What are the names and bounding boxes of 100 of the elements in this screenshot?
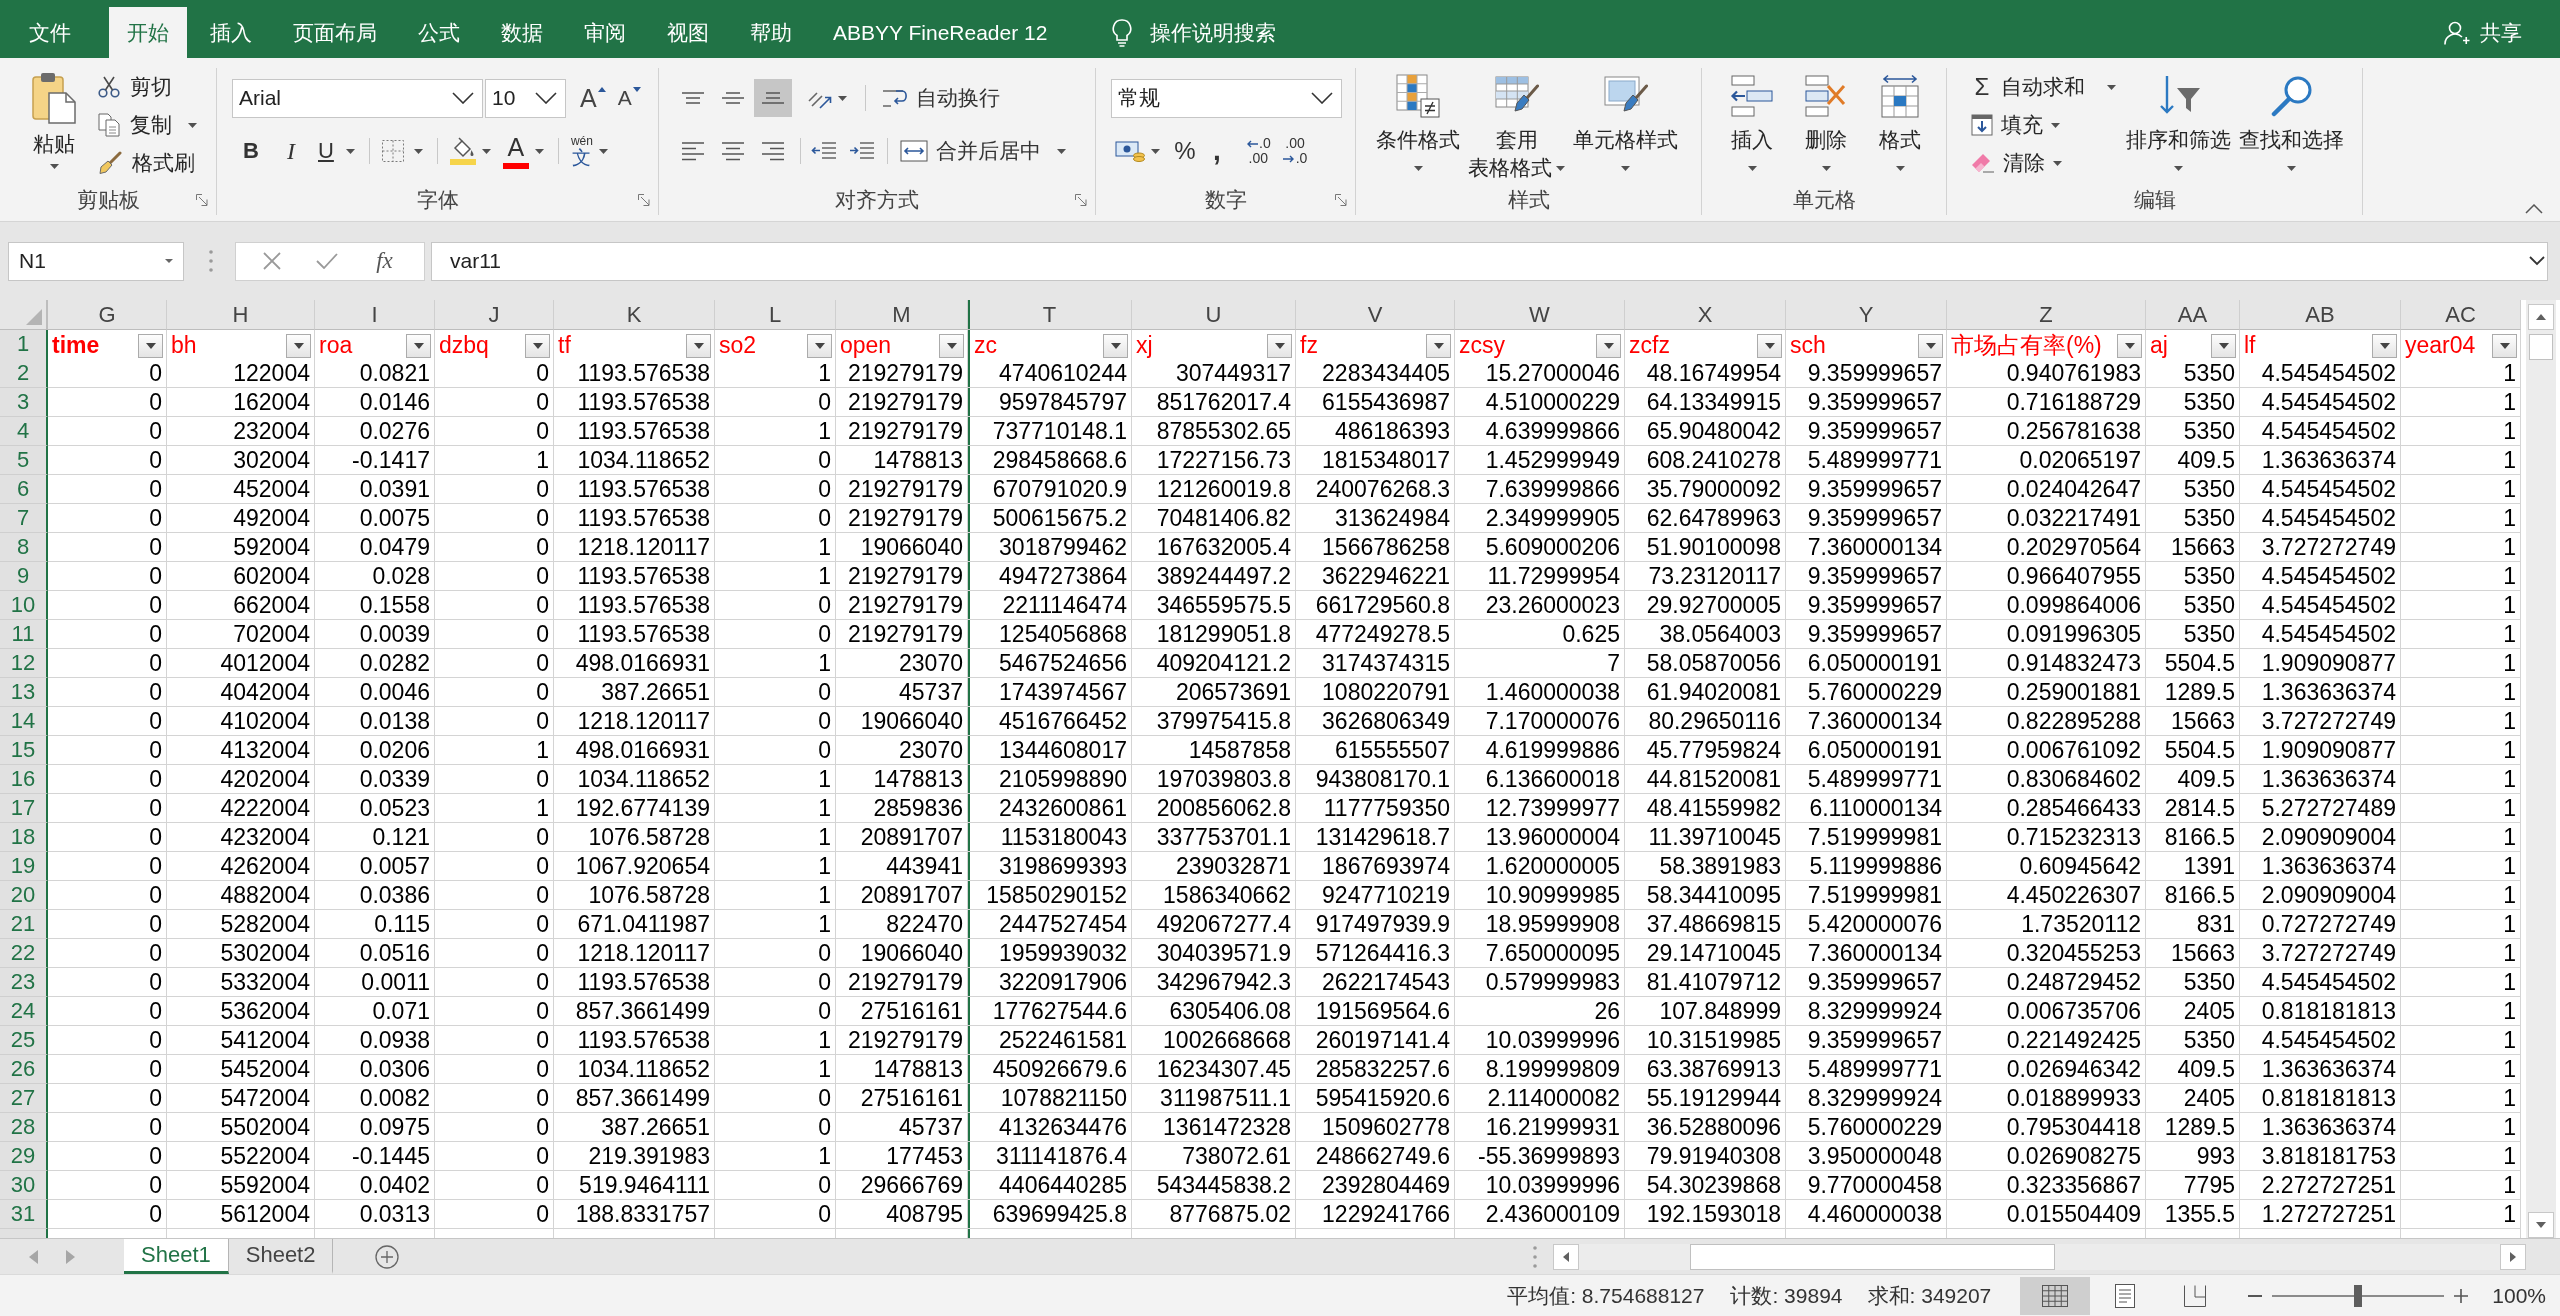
wrap-text-button[interactable]: 自动换行 xyxy=(878,79,1004,117)
slider-thumb[interactable] xyxy=(2354,1284,2363,1307)
scroll-thumb[interactable] xyxy=(2529,334,2553,360)
format-button[interactable]: 格式 xyxy=(1865,68,1935,185)
font-color-button[interactable]: A xyxy=(498,132,548,170)
row-header[interactable]: 16 xyxy=(0,765,48,794)
row-header[interactable]: 1 xyxy=(0,330,48,359)
column-header[interactable]: M xyxy=(836,300,968,330)
column-header[interactable]: Y xyxy=(1786,300,1947,330)
column-header[interactable]: AC xyxy=(2401,300,2521,330)
merge-center-button[interactable]: 合并后居中 xyxy=(896,132,1070,170)
column-header[interactable]: G xyxy=(48,300,167,330)
row-header[interactable]: 2 xyxy=(0,359,48,388)
italic-button[interactable]: I xyxy=(274,132,308,170)
row-header[interactable]: 19 xyxy=(0,852,48,881)
format-painter-button[interactable]: 格式刷 xyxy=(94,144,201,182)
filter-button[interactable] xyxy=(2492,333,2517,358)
menu-tab[interactable]: 数据 xyxy=(483,7,561,58)
column-header[interactable]: H xyxy=(167,300,315,330)
row-header[interactable]: 17 xyxy=(0,794,48,823)
row-header[interactable]: 22 xyxy=(0,939,48,968)
filter-button[interactable] xyxy=(807,333,832,358)
column-header[interactable]: T xyxy=(968,300,1132,330)
filter-button[interactable] xyxy=(1596,333,1621,358)
underline-button[interactable]: U xyxy=(314,132,359,170)
corner-arrow-icon[interactable] xyxy=(196,194,208,206)
delete-button[interactable]: 删除 xyxy=(1791,68,1861,185)
corner-arrow-icon[interactable] xyxy=(638,194,650,206)
row-header[interactable]: 18 xyxy=(0,823,48,852)
menu-tab[interactable]: 插入 xyxy=(192,7,270,58)
cut-button[interactable]: 剪切 xyxy=(94,68,201,106)
row-header[interactable]: 31 xyxy=(0,1200,48,1229)
column-header[interactable]: L xyxy=(715,300,836,330)
view-button[interactable] xyxy=(2020,1276,2091,1315)
vertical-align-button[interactable] xyxy=(754,79,792,117)
filter-button[interactable] xyxy=(1426,333,1451,358)
menu-tab[interactable]: 开始 xyxy=(109,7,187,58)
column-header[interactable]: AB xyxy=(2240,300,2401,330)
filter-button[interactable] xyxy=(1267,333,1292,358)
menu-tab[interactable]: 帮助 xyxy=(732,7,810,58)
row-header[interactable] xyxy=(0,1229,48,1238)
filter-button[interactable] xyxy=(1103,333,1128,358)
row-header[interactable]: 4 xyxy=(0,417,48,446)
filter-button[interactable] xyxy=(1918,333,1943,358)
comma-button[interactable]: , xyxy=(1204,132,1230,170)
row-header[interactable]: 15 xyxy=(0,736,48,765)
corner-arrow-icon[interactable] xyxy=(1075,194,1087,206)
conditional-formatting-button[interactable]: 条件格式 xyxy=(1372,68,1464,185)
column-header[interactable]: I xyxy=(315,300,435,330)
cell-styles-button[interactable]: 单元格样式 xyxy=(1569,68,1682,185)
column-header[interactable]: U xyxy=(1132,300,1296,330)
grow-font-button[interactable]: A xyxy=(576,79,610,117)
row-header[interactable]: 14 xyxy=(0,707,48,736)
sort-filter-button[interactable]: 排序和筛选 xyxy=(2122,68,2235,185)
phonetic-button[interactable]: wén 文 xyxy=(566,132,612,170)
column-header[interactable]: X xyxy=(1625,300,1786,330)
row-header[interactable]: 26 xyxy=(0,1055,48,1084)
filter-button[interactable] xyxy=(138,333,163,358)
increase-decimal-button[interactable]: .0 .00 xyxy=(1242,132,1275,170)
row-header[interactable]: 12 xyxy=(0,649,48,678)
menu-tab[interactable]: ABBYY FineReader 12 xyxy=(815,7,1066,58)
filter-button[interactable] xyxy=(939,333,964,358)
percent-button[interactable]: % xyxy=(1170,132,1200,170)
chevron-up-icon[interactable] xyxy=(2525,204,2543,214)
filter-button[interactable] xyxy=(2211,333,2236,358)
check-icon[interactable] xyxy=(315,253,338,269)
row-header[interactable]: 20 xyxy=(0,881,48,910)
decrease-decimal-button[interactable]: .00 .0 xyxy=(1278,132,1312,170)
filter-button[interactable] xyxy=(686,333,711,358)
fill-button[interactable]: 填充 xyxy=(1967,106,2120,144)
row-header[interactable]: 21 xyxy=(0,910,48,939)
tell-me-search[interactable]: 操作说明搜索 xyxy=(1108,7,1281,58)
find-select-button[interactable]: 查找和选择 xyxy=(2235,68,2348,185)
clear-button[interactable]: 清除 xyxy=(1967,144,2120,182)
font-name-combobox[interactable]: Arial xyxy=(232,78,483,118)
row-header[interactable]: 25 xyxy=(0,1026,48,1055)
cancel-icon[interactable] xyxy=(263,252,282,270)
row-header[interactable]: 24 xyxy=(0,997,48,1026)
row-header[interactable]: 9 xyxy=(0,562,48,591)
column-header[interactable]: V xyxy=(1296,300,1455,330)
horizontal-scrollbar[interactable] xyxy=(1553,1243,2526,1270)
corner-arrow-icon[interactable] xyxy=(1335,194,1347,206)
name-box[interactable]: N1 xyxy=(8,241,184,281)
column-header[interactable]: Z xyxy=(1947,300,2146,330)
vertical-scrollbar[interactable] xyxy=(2526,300,2556,1238)
paste-button[interactable]: 粘贴 xyxy=(14,68,94,185)
menu-tab[interactable]: 视图 xyxy=(649,7,727,58)
filter-button[interactable] xyxy=(525,333,550,358)
row-header[interactable]: 3 xyxy=(0,388,48,417)
autosum-button[interactable]: Σ 自动求和 xyxy=(1967,68,2120,106)
copy-button[interactable]: 复制 xyxy=(94,106,201,144)
formula-input[interactable]: var11 xyxy=(431,241,2548,281)
row-header[interactable]: 13 xyxy=(0,678,48,707)
filter-button[interactable] xyxy=(2372,333,2397,358)
filter-button[interactable] xyxy=(1757,333,1782,358)
row-header[interactable]: 29 xyxy=(0,1142,48,1171)
filter-button[interactable] xyxy=(286,333,311,358)
row-header[interactable]: 10 xyxy=(0,591,48,620)
insert-button[interactable]: 插入 xyxy=(1717,68,1787,185)
insert-function-button[interactable]: fx xyxy=(372,246,397,276)
